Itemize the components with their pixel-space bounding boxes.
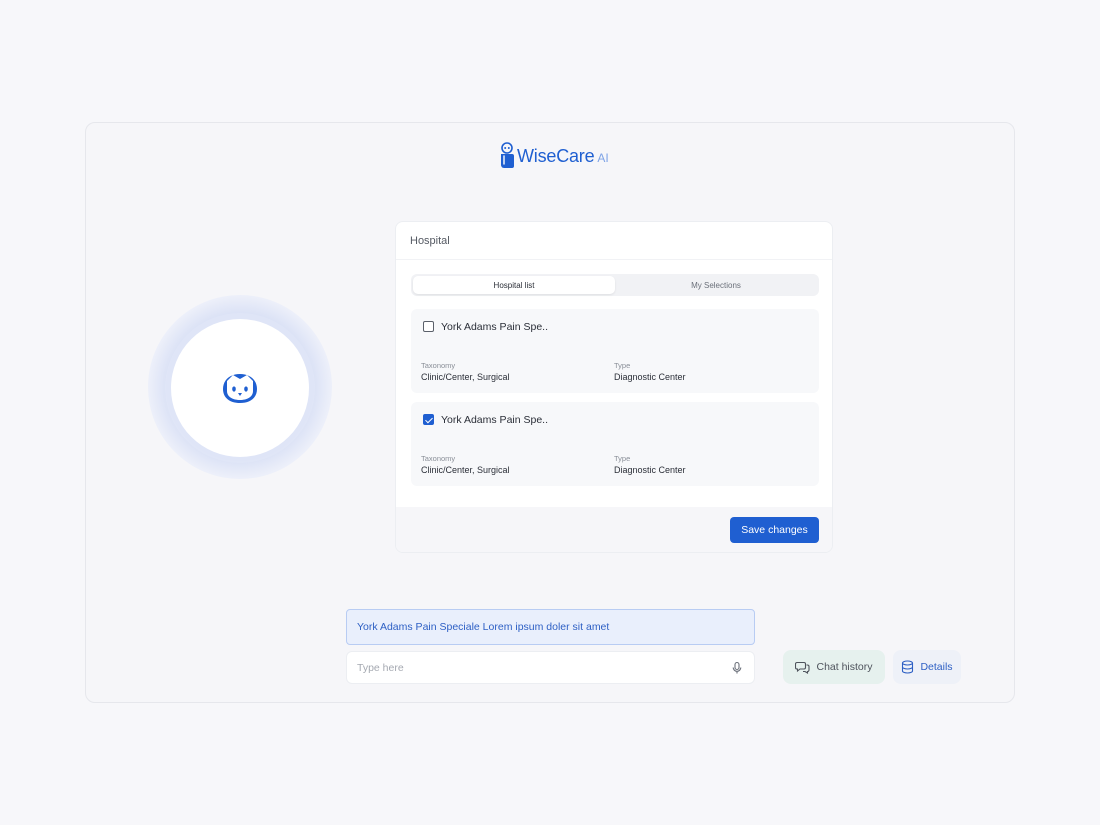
owl-face-icon	[223, 374, 257, 403]
taxonomy-value: Clinic/Center, Surgical	[421, 372, 510, 382]
save-changes-button[interactable]: Save changes	[730, 517, 819, 543]
card-title: Hospital	[396, 222, 832, 260]
app-frame: WiseCare AI Hospital Hospital list My Se…	[85, 122, 1015, 703]
owl-logo-icon	[501, 142, 514, 168]
type-label: Type	[614, 361, 631, 370]
chat-history-label: Chat history	[816, 661, 873, 673]
hospital-card: Hospital Hospital list My Selections Yor…	[395, 221, 833, 553]
card-footer: Save changes	[396, 507, 832, 552]
details-button[interactable]: Details	[893, 650, 961, 684]
item-checkbox[interactable]	[423, 414, 434, 425]
assistant-avatar[interactable]	[171, 319, 309, 457]
taxonomy-label: Taxonomy	[421, 361, 456, 370]
chat-bubbles-icon	[795, 661, 811, 674]
hospital-list-item[interactable]: York Adams Pain Spe.. Taxonomy Clinic/Ce…	[411, 402, 819, 486]
suggestion-chip[interactable]: York Adams Pain Speciale Lorem ipsum dol…	[346, 609, 755, 645]
hospital-list-item[interactable]: York Adams Pain Spe.. Taxonomy Clinic/Ce…	[411, 309, 819, 393]
type-label: Type	[614, 454, 631, 463]
brand-logo: WiseCare AI	[499, 141, 609, 171]
tab-my-selections[interactable]: My Selections	[615, 276, 817, 294]
item-name: York Adams Pain Spe..	[441, 414, 549, 426]
item-name: York Adams Pain Spe..	[441, 321, 549, 333]
type-value: Diagnostic Center	[614, 372, 686, 382]
brand-suffix: AI	[597, 151, 609, 165]
item-checkbox[interactable]	[423, 321, 434, 332]
chat-input[interactable]	[357, 661, 697, 674]
chat-history-button[interactable]: Chat history	[783, 650, 885, 684]
details-label: Details	[920, 661, 953, 673]
type-value: Diagnostic Center	[614, 465, 686, 475]
brand-name: WiseCare	[517, 145, 595, 166]
tab-bar: Hospital list My Selections	[411, 274, 819, 296]
microphone-icon[interactable]	[730, 661, 744, 675]
chat-input-box	[346, 651, 755, 684]
taxonomy-label: Taxonomy	[421, 454, 456, 463]
tab-hospital-list[interactable]: Hospital list	[413, 276, 615, 294]
database-icon	[902, 660, 914, 674]
taxonomy-value: Clinic/Center, Surgical	[421, 465, 510, 475]
